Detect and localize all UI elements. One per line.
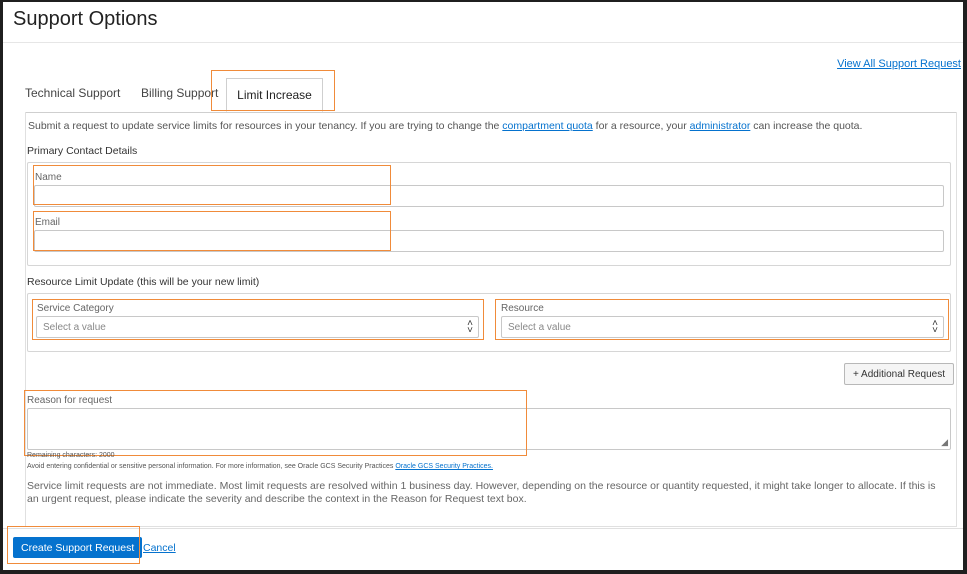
page-title: Support Options bbox=[13, 8, 158, 30]
tab-limit-increase[interactable]: Limit Increase bbox=[226, 78, 323, 112]
primary-contact-box: Name Email bbox=[27, 162, 951, 266]
resource-placeholder: Select a value bbox=[508, 321, 571, 333]
privacy-note: Avoid entering confidential or sensitive… bbox=[27, 463, 493, 470]
privacy-note-text: Avoid entering confidential or sensitive… bbox=[27, 463, 394, 470]
intro-text: Submit a request to update service limit… bbox=[28, 120, 862, 132]
intro-middle: for a resource, your bbox=[592, 120, 690, 132]
reason-label: Reason for request bbox=[27, 395, 113, 406]
resize-handle-icon[interactable]: ◢ bbox=[941, 437, 948, 448]
name-label: Name bbox=[35, 172, 62, 183]
title-divider bbox=[3, 42, 963, 43]
service-category-label: Service Category bbox=[37, 303, 114, 314]
administrator-link[interactable]: administrator bbox=[690, 120, 751, 132]
limit-notice: Service limit requests are not immediate… bbox=[27, 480, 936, 505]
tab-bar: Technical Support Billing Support Limit … bbox=[25, 78, 963, 113]
footer-divider bbox=[3, 528, 963, 529]
tab-billing-support[interactable]: Billing Support bbox=[141, 86, 218, 100]
email-input[interactable] bbox=[34, 230, 944, 252]
create-support-request-button[interactable]: Create Support Request bbox=[13, 537, 143, 558]
intro-prefix: Submit a request to update service limit… bbox=[28, 120, 503, 132]
service-category-placeholder: Select a value bbox=[43, 321, 106, 333]
compartment-quota-link[interactable]: compartment quota bbox=[502, 120, 592, 132]
chevron-up-down-icon: ˄ ˅ bbox=[467, 318, 473, 336]
resource-label: Resource bbox=[501, 303, 544, 314]
email-label: Email bbox=[35, 217, 61, 228]
service-category-select[interactable]: Select a value ˄ ˅ bbox=[36, 316, 479, 338]
remaining-characters: Remaining characters: 2000 bbox=[27, 452, 115, 459]
primary-contact-heading: Primary Contact Details bbox=[27, 145, 138, 157]
chevron-up-down-icon: ˄ ˅ bbox=[932, 318, 938, 336]
support-options-window: Support Options View All Support Request… bbox=[3, 2, 963, 570]
view-all-support-requests-link[interactable]: View All Support Request bbox=[837, 58, 961, 70]
additional-request-button[interactable]: + Additional Request bbox=[843, 363, 954, 385]
cancel-link[interactable]: Cancel bbox=[143, 542, 176, 554]
resource-limit-heading: Resource Limit Update (this will be your… bbox=[27, 276, 260, 288]
name-input[interactable] bbox=[34, 185, 944, 207]
reason-textarea[interactable]: ◢ bbox=[27, 408, 951, 450]
resource-select[interactable]: Select a value ˄ ˅ bbox=[501, 316, 944, 338]
security-practices-link[interactable]: Oracle GCS Security Practices. bbox=[395, 463, 493, 470]
resource-limit-box: Service Category Select a value ˄ ˅ Resou… bbox=[27, 293, 951, 352]
tab-technical-support[interactable]: Technical Support bbox=[25, 86, 120, 100]
intro-suffix: can increase the quota. bbox=[750, 120, 863, 132]
